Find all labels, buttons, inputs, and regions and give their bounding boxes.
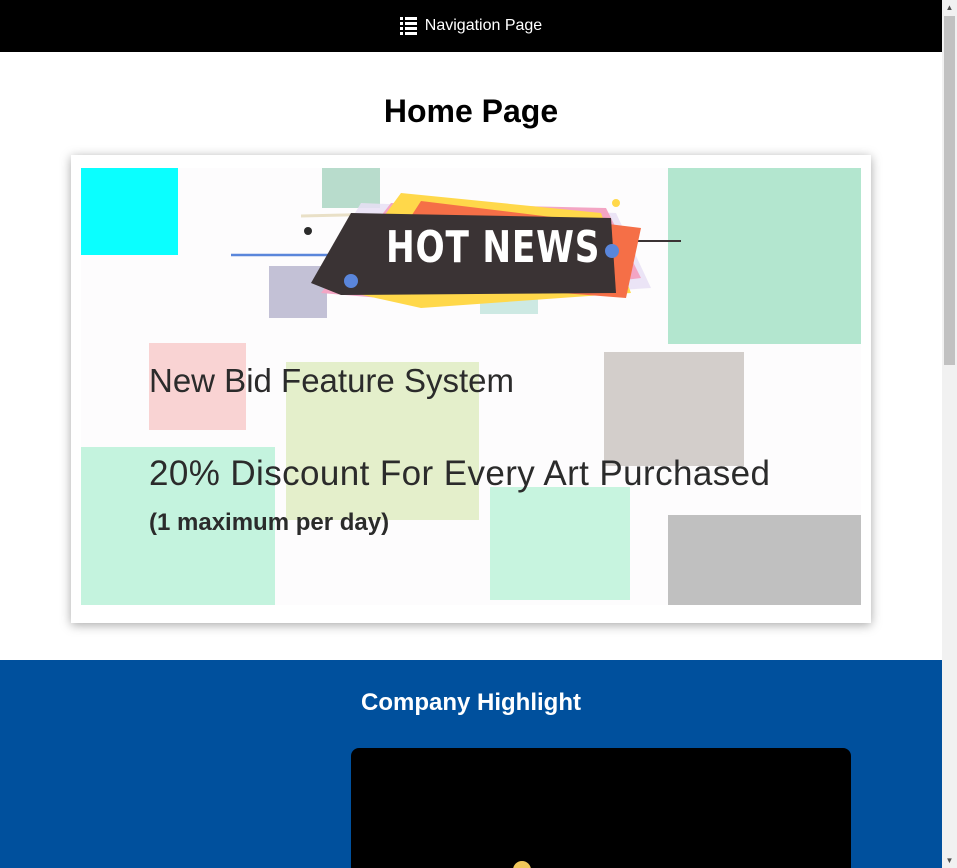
banner-headline: New Bid Feature System (149, 362, 514, 399)
page-title: Home Page (383, 93, 559, 129)
news-banner-image: HOT NEWS New Bid Feature System 20% Disc… (81, 168, 861, 605)
vertical-scrollbar[interactable]: ▲ ▼ (942, 0, 957, 868)
news-banner-card: HOT NEWS New Bid Feature System 20% Disc… (71, 155, 871, 623)
navigation-bar[interactable]: Navigation Page (0, 0, 942, 52)
scrollbar-thumb[interactable] (944, 16, 955, 365)
company-highlight-title: Company Highlight (361, 689, 581, 716)
decor-square (490, 487, 630, 600)
decor-square (604, 352, 744, 466)
hot-news-badge-text: HOT NEWS (386, 222, 601, 273)
banner-discount-note: (1 maximum per day) (149, 509, 390, 536)
video-thumbnail-spot (513, 861, 531, 868)
decor-square (668, 168, 861, 344)
decor-square (81, 168, 178, 255)
company-video[interactable] (351, 748, 851, 868)
list-icon (399, 17, 417, 35)
page-viewport: Navigation Page Home Page HOT NEWS New B… (0, 0, 942, 868)
chevron-down-icon[interactable]: ▼ (942, 853, 957, 868)
navigation-label: Navigation Page (424, 17, 543, 34)
banner-discount-text: 20% Discount For Every Art Purchased (149, 454, 771, 493)
chevron-up-icon[interactable]: ▲ (942, 0, 957, 15)
company-highlight-section: Company Highlight (0, 660, 942, 868)
decor-square (668, 515, 861, 605)
